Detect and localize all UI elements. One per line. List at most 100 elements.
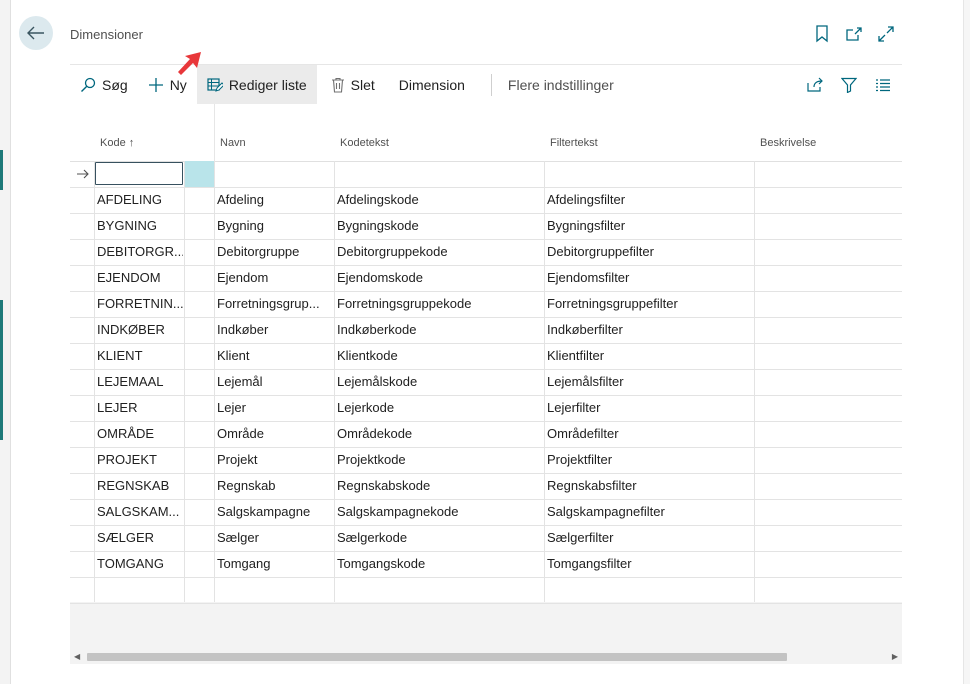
dimension-button[interactable]: Dimension	[389, 65, 475, 105]
cell-navn: Afdeling	[217, 192, 264, 207]
dimension-label: Dimension	[398, 77, 465, 93]
bookmark-icon[interactable]	[813, 25, 831, 43]
cell-kode[interactable]: SÆLGER	[97, 525, 183, 551]
more-options-button[interactable]: Flere indstillinger	[508, 65, 624, 105]
cell-kode[interactable]: FORRETNIN...	[97, 291, 183, 317]
cell-kodetekst: Lejemålskode	[337, 374, 418, 389]
filter-icon[interactable]	[840, 76, 858, 94]
cell-filtertekst: Regnskabsfilter	[547, 478, 637, 493]
table-row[interactable]: EJENDOM Ejendom Ejendomskode Ejendomsfilter	[70, 265, 902, 292]
horizontal-scrollbar[interactable]: ◀ ▶	[70, 648, 902, 664]
table-row[interactable]: OMRÅDE Område Områdekode Områdefilter	[70, 421, 902, 448]
cell-kode[interactable]: LEJEMAAL	[97, 369, 183, 395]
table-row[interactable]: SÆLGER Sælger Sælgerkode Sælgerfilter	[70, 525, 902, 552]
cell-navn: Ejendom	[217, 270, 269, 285]
column-header-navn[interactable]: Navn	[220, 137, 246, 149]
table-row[interactable]: LEJER Lejer Lejerkode Lejerfilter	[70, 395, 902, 422]
table-row[interactable]: BYGNING Bygning Bygningskode Bygningsfilter	[70, 213, 902, 240]
edit-list-button[interactable]: Rediger liste	[196, 65, 317, 105]
search-icon	[81, 77, 96, 92]
cell-navn: Regnskab	[217, 478, 276, 493]
cell-kode[interactable]: AFDELING	[97, 187, 183, 213]
table-row[interactable]: AFDELING Afdeling Afdelingskode Afdelingsfi…	[70, 187, 902, 214]
empty-row	[70, 577, 902, 604]
scroll-right-icon[interactable]: ▶	[892, 652, 898, 661]
kode-new-input[interactable]	[95, 162, 183, 185]
page-header-icons	[813, 25, 895, 43]
cell-filtertekst: Forretningsgruppefilter	[547, 296, 678, 311]
cell-kode[interactable]: PROJEKT	[97, 447, 183, 473]
cell-kodetekst: Sælgerkode	[337, 530, 408, 545]
plus-icon	[148, 78, 163, 92]
cell-kode[interactable]: SALGSKAM...	[97, 499, 183, 525]
cell-kodetekst: Forretningsgruppekode	[337, 296, 472, 311]
cell-kode[interactable]: BYGNING	[97, 213, 183, 239]
column-header-beskrivelse[interactable]: Beskrivelse	[760, 137, 816, 149]
table-row[interactable]: DEBITORGR... Debitorgruppe Debitorgruppeko…	[70, 239, 902, 266]
expand-icon[interactable]	[877, 25, 895, 43]
table-row[interactable]: SALGSKAM... Salgskampagne Salgskampagnekod…	[70, 499, 902, 526]
header-divider	[214, 104, 215, 161]
cell-kode[interactable]: KLIENT	[97, 343, 183, 369]
trash-icon	[331, 77, 344, 93]
cell-navn: Debitorgruppe	[217, 244, 300, 259]
scrollbar-thumb[interactable]	[87, 653, 787, 661]
table-row[interactable]: KLIENT Klient Klientkode Klientfilter	[70, 343, 902, 370]
cell-filtertekst: Debitorgruppefilter	[547, 244, 654, 259]
cell-navn: Indkøber	[217, 322, 269, 337]
background-accent	[0, 150, 3, 190]
cell-kode[interactable]: INDKØBER	[97, 317, 183, 343]
column-header-kodetekst[interactable]: Kodetekst	[340, 137, 389, 149]
cell-kodetekst: Indkøberkode	[337, 322, 417, 337]
column-divider	[214, 161, 215, 602]
back-button[interactable]	[19, 16, 53, 50]
cell-navn: Sælger	[217, 530, 259, 545]
table-row[interactable]: REGNSKAB Regnskab Regnskabskode Regnskabsfi…	[70, 473, 902, 500]
table-row[interactable]: INDKØBER Indkøber Indkøberkode Indkøberfilt…	[70, 317, 902, 344]
search-button[interactable]: Søg	[70, 65, 138, 105]
delete-label: Slet	[350, 77, 375, 93]
cell-navn: Projekt	[217, 452, 258, 467]
table-row[interactable]: FORRETNIN... Forretningsgrup... Forretning…	[70, 291, 902, 318]
cell-filtertekst: Klientfilter	[547, 348, 605, 363]
cell-kode[interactable]: TOMGANG	[97, 551, 183, 577]
arrow-left-icon	[27, 26, 44, 40]
column-header-filtertekst[interactable]: Filtertekst	[550, 137, 598, 149]
cell-navn: Bygning	[217, 218, 264, 233]
page-title: Dimensioner	[70, 27, 143, 42]
list-view-icon[interactable]	[874, 76, 892, 94]
share-icon[interactable]	[806, 76, 824, 94]
new-record-row[interactable]	[70, 161, 902, 188]
column-divider	[754, 161, 755, 602]
open-new-window-icon[interactable]	[845, 25, 863, 43]
cell-kode[interactable]: DEBITORGR...	[97, 239, 183, 265]
column-divider	[544, 161, 545, 602]
cell-kode[interactable]: EJENDOM	[97, 265, 183, 291]
table-row[interactable]: PROJEKT Projekt Projektkode Projektfilter	[70, 447, 902, 474]
column-divider	[334, 161, 335, 602]
cell-kodetekst: Ejendomskode	[337, 270, 423, 285]
column-divider	[94, 161, 95, 602]
cell-kode[interactable]: LEJER	[97, 395, 183, 421]
scroll-left-icon[interactable]: ◀	[74, 652, 80, 661]
current-row-arrow-icon	[77, 169, 89, 179]
table-row[interactable]: TOMGANG Tomgang Tomgangskode Tomgangsfilter	[70, 551, 902, 578]
column-header-kode-label: Kode	[100, 137, 126, 149]
action-bar-right	[806, 76, 902, 94]
sort-ascending-icon: ↑	[128, 137, 135, 149]
table-row[interactable]: LEJEMAAL Lejemål Lejemålskode Lejemålsfilte…	[70, 369, 902, 396]
cell-kodetekst: Lejerkode	[337, 400, 395, 415]
selected-cell	[185, 161, 214, 187]
delete-button[interactable]: Slet	[321, 65, 385, 105]
cell-kode[interactable]: REGNSKAB	[97, 473, 183, 499]
list-area: Kode ↑ Navn Kodetekst Filtertekst Beskri…	[70, 104, 902, 664]
cell-filtertekst: Tomgangsfilter	[547, 556, 632, 571]
cell-kodetekst: Bygningskode	[337, 218, 419, 233]
cell-kodetekst: Salgskampagnekode	[337, 504, 459, 519]
column-header-kode[interactable]: Kode ↑	[100, 137, 134, 149]
cell-navn: Salgskampagne	[217, 504, 311, 519]
cell-kodetekst: Områdekode	[337, 426, 413, 441]
cell-kode[interactable]: OMRÅDE	[97, 421, 183, 447]
dimensions-grid: Kode ↑ Navn Kodetekst Filtertekst Beskri…	[70, 104, 902, 604]
cell-filtertekst: Lejerfilter	[547, 400, 601, 415]
